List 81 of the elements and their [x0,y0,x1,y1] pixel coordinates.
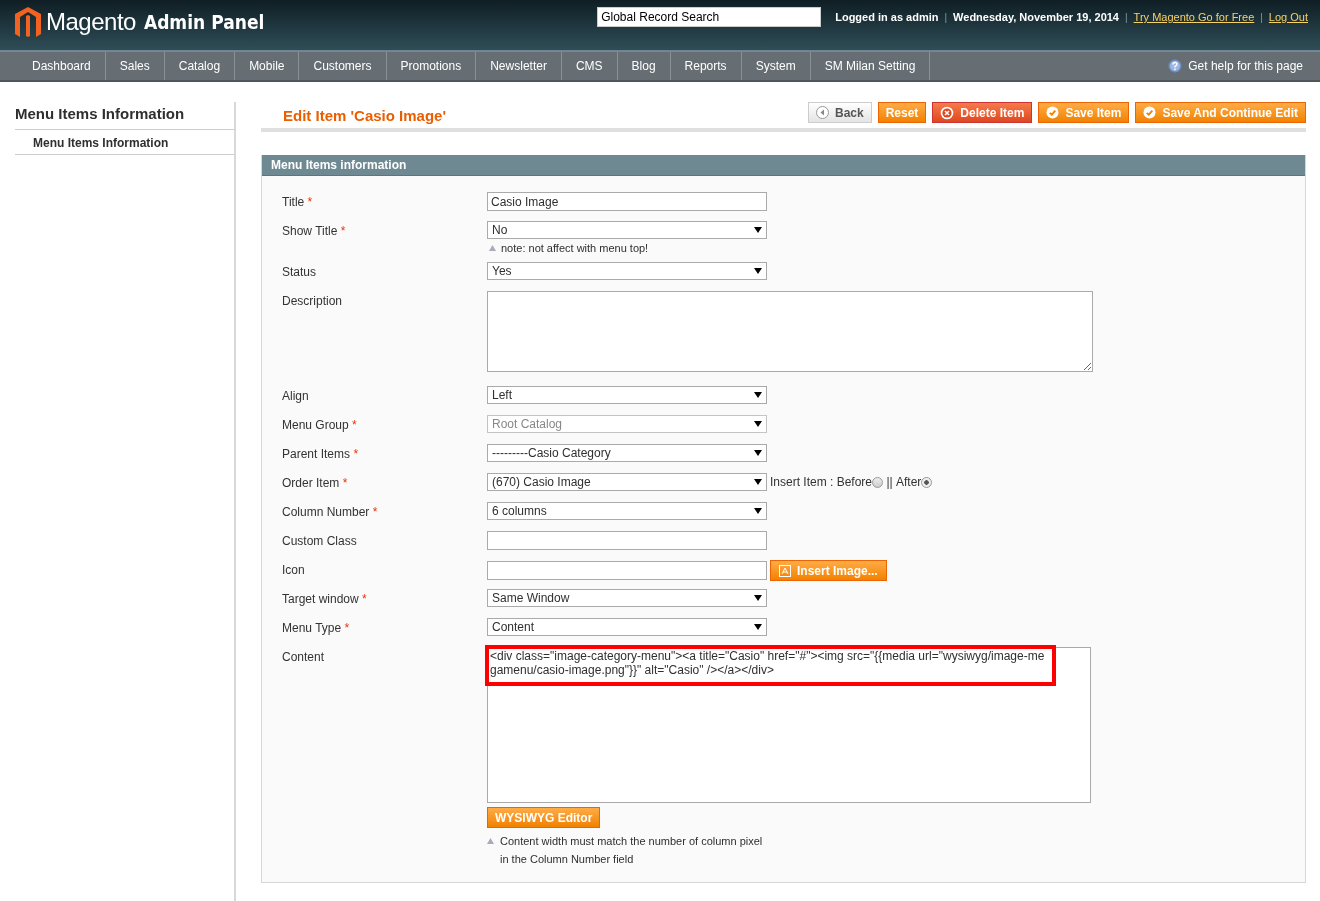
nav-item[interactable]: CMS [561,52,618,80]
text-field[interactable] [487,531,767,550]
nav-item[interactable]: Newsletter [476,52,562,80]
nav-item[interactable]: Sales [105,52,165,80]
field-label: Menu Type * [282,620,351,637]
dropdown-caret-icon [754,268,762,274]
insert-label: Insert Item : [770,475,835,489]
nav-item[interactable]: Dashboard [18,52,106,80]
dropdown-caret-icon [754,450,762,456]
field-label: Description [282,293,344,310]
check-icon [1046,106,1060,119]
text-field[interactable]: Casio Image [487,192,767,211]
field-label: Content [282,649,326,666]
note-triangle-icon [487,838,494,844]
note-text: Content width must match the number of column pixel [500,835,763,847]
field-label: Align [282,388,310,405]
text-area[interactable] [487,291,1093,372]
field-label: Column Number * [282,504,379,521]
separator-text: || [885,475,894,489]
nav-item[interactable]: System [741,52,811,80]
dropdown-caret-icon [754,479,762,485]
nav-item[interactable]: Blog [617,52,671,80]
logo-text: Magento [46,8,136,36]
field-label: Status [282,264,318,281]
dropdown-caret-icon [754,392,762,398]
user-label: Logged in as admin [835,11,939,23]
dropdown-caret-icon [754,595,762,601]
radio-button[interactable] [872,476,884,488]
search-field[interactable]: Global Record Search [597,7,822,27]
note-text: note: not affect with menu top! [501,242,649,254]
logo-subtitle: Admin Panel [143,11,265,33]
field-label: Menu Group * [282,417,358,434]
header-link[interactable]: Try Magento Go for Free [1133,11,1255,23]
nav-item[interactable]: Promotions [386,52,477,80]
separator-text: | [944,11,948,23]
field-label: Order Item * [282,475,349,492]
nav-item[interactable]: SM Milan Setting [810,52,931,80]
code-text: <div class="image-category-menu"><a title="Casio" href="#"><img src="{{media url="wysiwyg/image-megamenu/casio-image.png"}}" alt="Casio" /></a></div> [488,648,1053,683]
delete-icon [940,105,955,120]
field-label: Custom Class [282,533,358,550]
header-link[interactable]: Log Out [1268,11,1308,23]
field-label: Parent Items * [282,446,360,463]
logo-icon [14,6,42,38]
nav-item[interactable]: Mobile [235,52,300,80]
dropdown-caret-icon [754,624,762,630]
dropdown-caret-icon [754,227,762,233]
nav-item[interactable]: Catalog [164,52,236,80]
field-label: Target window * [282,591,368,608]
help-link[interactable]: Get help for this page [1168,52,1320,80]
separator-text: | [1125,11,1128,23]
radio-label: Before [836,475,873,489]
select-field[interactable]: (670) Casio Image [487,473,767,491]
nav-item[interactable]: Reports [670,52,742,80]
separator-text: | [1260,11,1263,23]
note-triangle-icon [489,245,496,251]
dropdown-caret-icon [754,508,762,514]
image-icon [779,564,791,577]
dropdown-caret-icon [754,421,762,427]
select-field[interactable]: ---------Casio Category [487,444,767,462]
radio-label: After [895,475,922,489]
field-label: Show Title * [282,223,347,240]
note-text: in the Column Number field [500,853,634,865]
nav-item[interactable]: Customers [299,52,387,80]
delete-button[interactable]: Delete Item [932,102,1033,123]
select-field[interactable]: Yes [487,262,767,280]
select-field[interactable]: Content [487,618,767,636]
radio-button[interactable] [921,476,933,488]
text-field[interactable] [487,561,767,580]
select-field[interactable]: Same Window [487,589,767,607]
field-label: Title * [282,194,314,211]
check-icon [1143,106,1157,119]
page-title: Edit Item 'Casio Image' [282,107,446,124]
help-icon [1168,59,1183,73]
date-label: Wednesday, November 19, 2014 [953,11,1119,23]
select-field[interactable]: No [487,221,767,239]
select-field[interactable]: Left [487,386,767,404]
select-field[interactable]: 6 columns [487,502,767,520]
field-label: Icon [282,562,306,579]
section-header: Menu Items information [262,155,1305,176]
text-area[interactable]: <div class="image-category-menu"><a title="Casio" href="#"><img src="{{media url="wysiwyg/image-megamenu/casio-image.png"}}" alt="Casio" /></a></div> [487,647,1091,803]
back-button[interactable]: Back [808,102,872,123]
